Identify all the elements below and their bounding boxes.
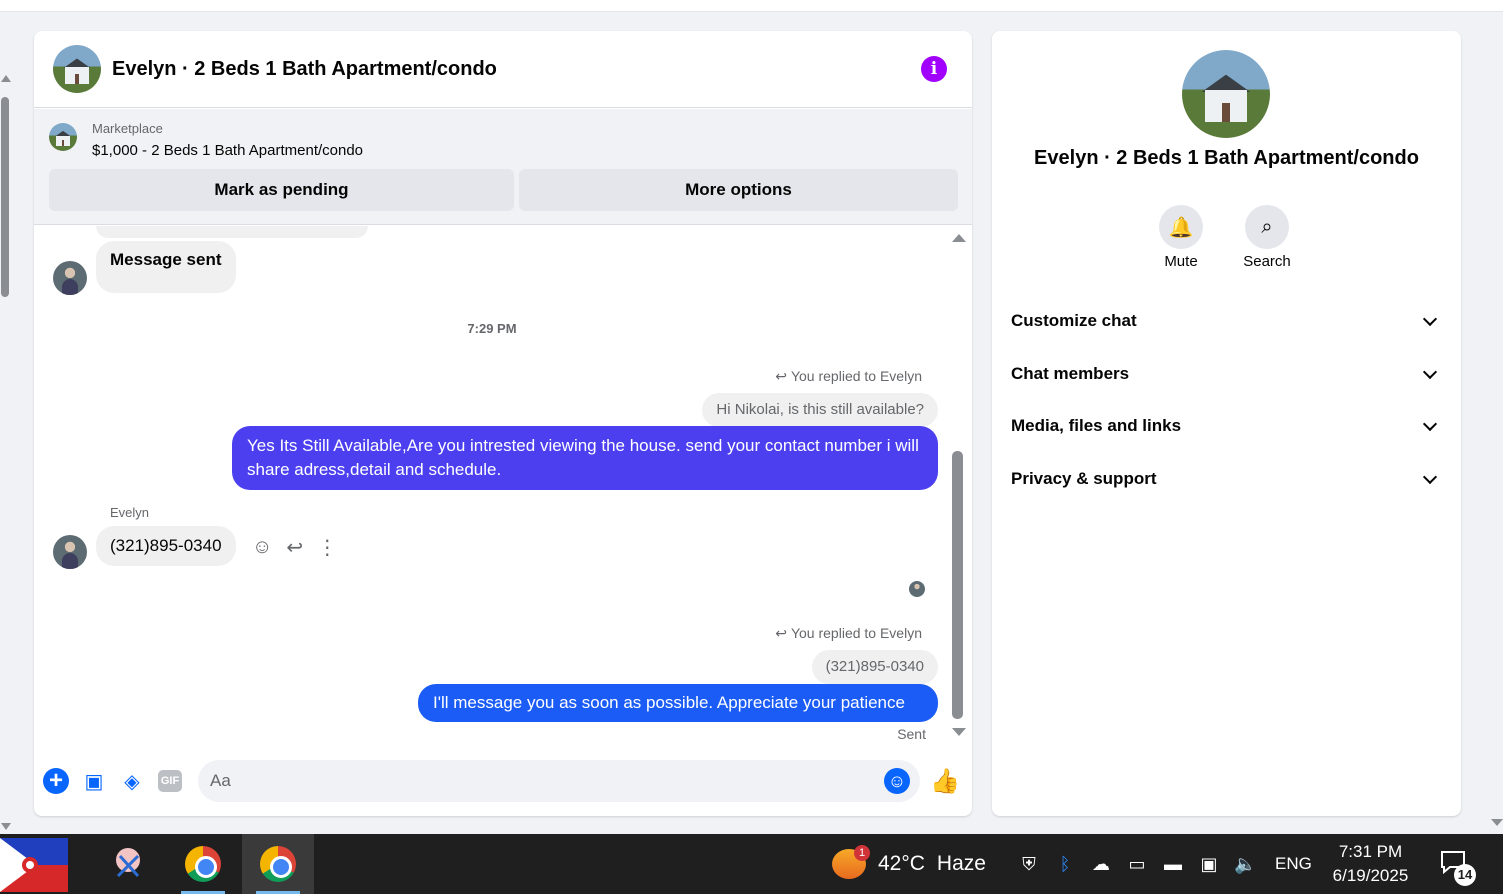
- weather-widget[interactable]: 1 42°C Haze: [832, 834, 986, 894]
- chat-title[interactable]: Evelyn · 2 Beds 1 Bath Apartment/condo: [112, 58, 497, 81]
- mark-as-pending-button[interactable]: Mark as pending: [49, 169, 514, 211]
- chat-panel: Evelyn · 2 Beds 1 Bath Apartment/condo i…: [34, 31, 972, 816]
- shield-icon[interactable]: ⛨: [1018, 854, 1040, 875]
- chrome-icon[interactable]: [167, 834, 239, 894]
- message-input-wrap[interactable]: ☺: [198, 760, 920, 802]
- scroll-thumb[interactable]: [952, 451, 963, 719]
- marketplace-label: Marketplace: [92, 121, 163, 136]
- battery-icon[interactable]: ▬: [1162, 854, 1184, 875]
- reply-note: ↩ You replied to Evelyn: [775, 625, 922, 642]
- customize-chat-section[interactable]: Customize chat: [1011, 303, 1441, 339]
- marketplace-banner: Marketplace $1,000 - 2 Beds 1 Bath Apart…: [34, 109, 972, 225]
- chat-details-panel: Evelyn · 2 Beds 1 Bath Apartment/condo 🔔…: [992, 31, 1461, 816]
- section-label: Privacy & support: [1011, 469, 1157, 488]
- weather-icon: 1: [832, 845, 870, 879]
- sent-status: Sent: [897, 726, 926, 742]
- chat-header: Evelyn · 2 Beds 1 Bath Apartment/condo i: [34, 31, 972, 108]
- chevron-down-icon: [1422, 469, 1438, 484]
- camera-icon[interactable]: ▭: [1126, 854, 1148, 875]
- bluetooth-icon[interactable]: ᛒ: [1054, 854, 1076, 875]
- chevron-down-icon: [1422, 416, 1438, 431]
- reply-note-text: You replied to Evelyn: [790, 625, 922, 641]
- incoming-message[interactable]: Message sent: [96, 241, 236, 293]
- profile-avatar[interactable]: [1182, 50, 1270, 138]
- time: 7:31 PM: [1338, 842, 1403, 861]
- incoming-phone-message[interactable]: (321)895-0340: [96, 526, 236, 566]
- section-label: Media, files and links: [1011, 416, 1182, 435]
- image-icon[interactable]: ▣: [81, 768, 107, 794]
- search-icon[interactable]: ⌕: [1245, 205, 1289, 249]
- scroll-down-arrow[interactable]: [1, 823, 11, 830]
- date: 6/19/2025: [1332, 866, 1409, 885]
- notification-count: 14: [1454, 864, 1476, 886]
- outgoing-message[interactable]: I'll message you as soon as possible. Ap…: [418, 684, 938, 722]
- listing-title[interactable]: $1,000 - 2 Beds 1 Bath Apartment/condo: [92, 142, 363, 159]
- notification-icon[interactable]: 14: [1440, 850, 1476, 886]
- section-label: Chat members: [1011, 364, 1130, 383]
- react-icon[interactable]: ☺: [252, 536, 272, 559]
- bell-icon[interactable]: 🔔: [1159, 205, 1203, 249]
- listing-thumbnail[interactable]: [49, 123, 77, 151]
- onedrive-icon[interactable]: ☁: [1090, 854, 1112, 875]
- reply-note-text: You replied to Evelyn: [790, 368, 922, 384]
- more-options-button[interactable]: More options: [519, 169, 958, 211]
- plus-icon[interactable]: +: [43, 768, 69, 794]
- chevron-down-icon: [1422, 311, 1438, 326]
- volume-icon[interactable]: 🔈: [1234, 854, 1256, 875]
- info-icon[interactable]: i: [921, 56, 947, 82]
- sender-name: Evelyn: [110, 505, 150, 520]
- seen-indicator-avatar: [909, 581, 925, 597]
- message-actions: ☺ ↩ ⋮: [252, 535, 337, 560]
- message-input[interactable]: [210, 760, 870, 802]
- message-composer: + ▣ ◈ GIF ☺ 👍: [34, 749, 972, 816]
- language-indicator[interactable]: ENG: [1275, 854, 1312, 874]
- time-separator: 7:29 PM: [467, 321, 517, 336]
- gif-icon[interactable]: GIF: [158, 770, 182, 792]
- media-files-links-section[interactable]: Media, files and links: [1011, 408, 1441, 444]
- start-flag-icon[interactable]: [0, 838, 68, 892]
- reply-icon: ↩: [775, 625, 787, 641]
- chat-avatar[interactable]: [53, 45, 101, 93]
- like-icon[interactable]: 👍: [930, 768, 960, 795]
- scroll-up-arrow[interactable]: [1, 75, 11, 82]
- sticker-icon[interactable]: ◈: [119, 768, 145, 794]
- quoted-message[interactable]: Hi Nikolai, is this still available?: [702, 393, 938, 427]
- chevron-down-icon: [1422, 364, 1438, 379]
- chrome-profile-icon[interactable]: [242, 834, 314, 894]
- temperature: 42°C: [878, 852, 925, 875]
- network-icon[interactable]: ▣: [1198, 854, 1220, 875]
- message-list[interactable]: Message sent 7:29 PM ↩ You replied to Eve…: [34, 226, 972, 746]
- chat-members-section[interactable]: Chat members: [1011, 356, 1441, 392]
- more-icon[interactable]: ⋮: [317, 535, 337, 560]
- reply-icon: ↩: [775, 368, 787, 384]
- previous-message-bubble[interactable]: [96, 226, 368, 238]
- privacy-support-section[interactable]: Privacy & support: [1011, 461, 1441, 497]
- snipping-tool-icon[interactable]: [92, 834, 164, 894]
- scroll-up-arrow[interactable]: [952, 234, 966, 242]
- clock[interactable]: 7:31 PM 6/19/2025: [1318, 840, 1423, 888]
- reply-icon[interactable]: ↩: [286, 535, 303, 560]
- emoji-icon[interactable]: ☺: [884, 768, 910, 794]
- scroll-down-arrow[interactable]: [952, 728, 966, 736]
- scroll-thumb[interactable]: [1, 97, 9, 297]
- page-scrollbar[interactable]: [0, 75, 12, 830]
- weather-condition: Haze: [936, 852, 986, 875]
- weather-badge: 1: [854, 845, 870, 861]
- search-label[interactable]: Search: [1227, 253, 1307, 270]
- quoted-message[interactable]: (321)895-0340: [811, 650, 938, 684]
- profile-name: Evelyn · 2 Beds 1 Bath Apartment/condo: [1034, 147, 1419, 169]
- outgoing-message[interactable]: Yes Its Still Available,Are you intreste…: [232, 426, 938, 490]
- system-tray: ⛨ ᛒ ☁ ▭ ▬ ▣ 🔈: [1018, 834, 1256, 894]
- windows-taskbar: 1 42°C Haze ⛨ ᛒ ☁ ▭ ▬ ▣ 🔈 ENG 7:31 PM 6/…: [0, 834, 1503, 894]
- message-scrollbar[interactable]: [950, 226, 966, 746]
- reply-note: ↩ You replied to Evelyn: [775, 368, 922, 385]
- right-scroll-down[interactable]: [1489, 815, 1503, 829]
- evelyn-avatar[interactable]: [53, 535, 87, 569]
- section-label: Customize chat: [1011, 311, 1137, 330]
- mute-label[interactable]: Mute: [1141, 253, 1221, 270]
- browser-top-bar: [0, 0, 1503, 12]
- evelyn-avatar[interactable]: [53, 261, 87, 295]
